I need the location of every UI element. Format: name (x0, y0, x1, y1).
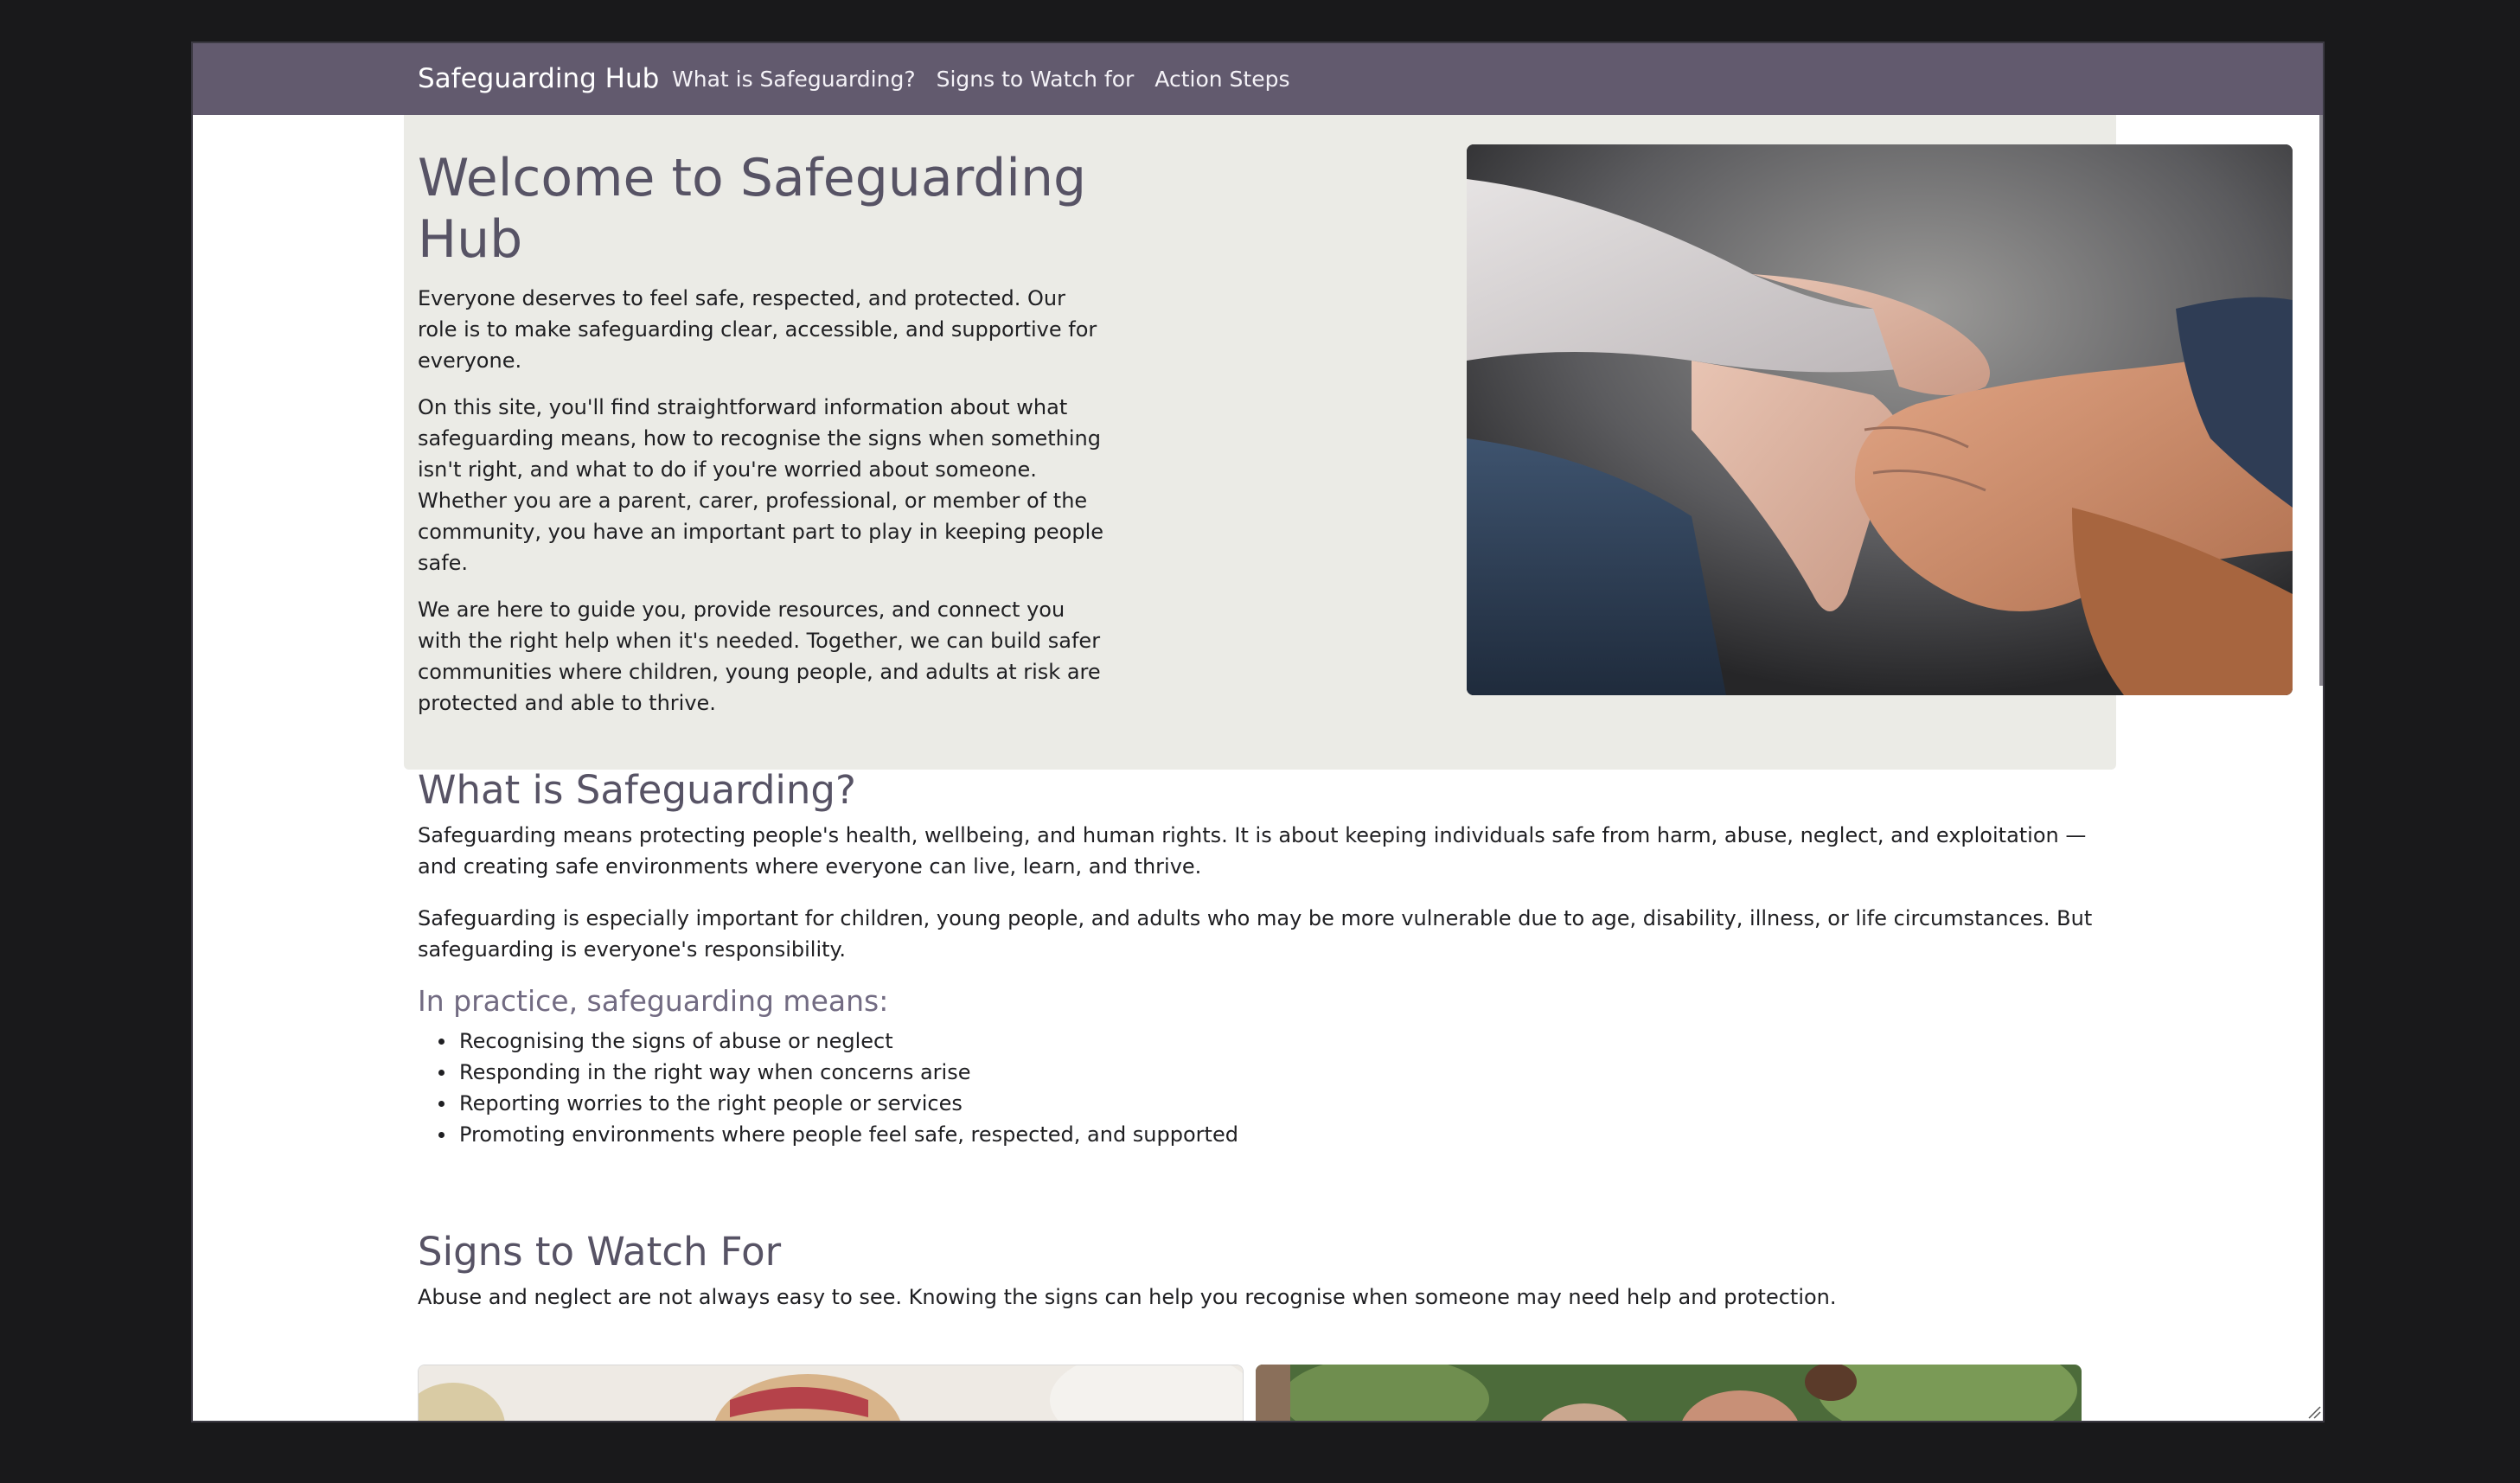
what-is-paragraph: Safeguarding means protecting people's h… (418, 823, 2087, 879)
hero-paragraph: Everyone deserves to feel safe, respecte… (418, 286, 1097, 373)
brand-link[interactable]: Safeguarding Hub (418, 43, 659, 115)
signs-card-image (1256, 1365, 2082, 1421)
list-item: Promoting environments where people feel… (438, 1119, 2113, 1150)
list-item: Reporting worries to the right people or… (438, 1088, 2113, 1119)
list-item: Responding in the right way when concern… (438, 1057, 2113, 1088)
what-is-heading: What is Safeguarding? (418, 767, 856, 813)
hero-image-holding-hands (1467, 144, 2293, 695)
list-item: Recognising the signs of abuse or neglec… (438, 1026, 2113, 1057)
card-photo (419, 1365, 1243, 1421)
card-photo (1256, 1365, 2082, 1421)
nav-links: What is Safeguarding? Signs to Watch for… (672, 43, 1311, 115)
signs-section: Signs to Watch For Abuse and neglect are… (418, 1228, 2113, 1313)
scrollbar-thumb[interactable] (2319, 115, 2323, 686)
nav-link-action-steps[interactable]: Action Steps (1154, 67, 1289, 92)
what-is-safeguarding-section: What is Safeguarding? Safeguarding means… (418, 766, 2113, 1150)
nav-link-signs-to-watch-for[interactable]: Signs to Watch for (937, 67, 1135, 92)
in-practice-heading: In practice, safeguarding means: (418, 984, 889, 1018)
hero-title: Welcome to Safeguarding Hub (418, 148, 1087, 270)
hero-text: Welcome to Safeguarding Hub Everyone des… (418, 148, 1110, 719)
hero-section: Welcome to Safeguarding Hub Everyone des… (404, 115, 2293, 770)
navbar: Safeguarding Hub What is Safeguarding? S… (193, 43, 2323, 115)
practice-list: Recognising the signs of abuse or neglec… (438, 1026, 2113, 1150)
resize-grip-icon[interactable] (2306, 1403, 2321, 1419)
hero-paragraph: We are here to guide you, provide resour… (418, 598, 1101, 715)
signs-card-image (418, 1365, 1244, 1421)
browser-window: Safeguarding Hub What is Safeguarding? S… (191, 42, 2325, 1422)
hands-photo (1467, 144, 2293, 695)
signs-heading: Signs to Watch For (418, 1229, 782, 1275)
hero-paragraph: On this site, you'll find straightforwar… (418, 395, 1104, 575)
nav-link-what-is-safeguarding[interactable]: What is Safeguarding? (672, 67, 916, 92)
signs-intro: Abuse and neglect are not always easy to… (418, 1285, 1837, 1309)
what-is-paragraph: Safeguarding is especially important for… (418, 906, 2093, 962)
